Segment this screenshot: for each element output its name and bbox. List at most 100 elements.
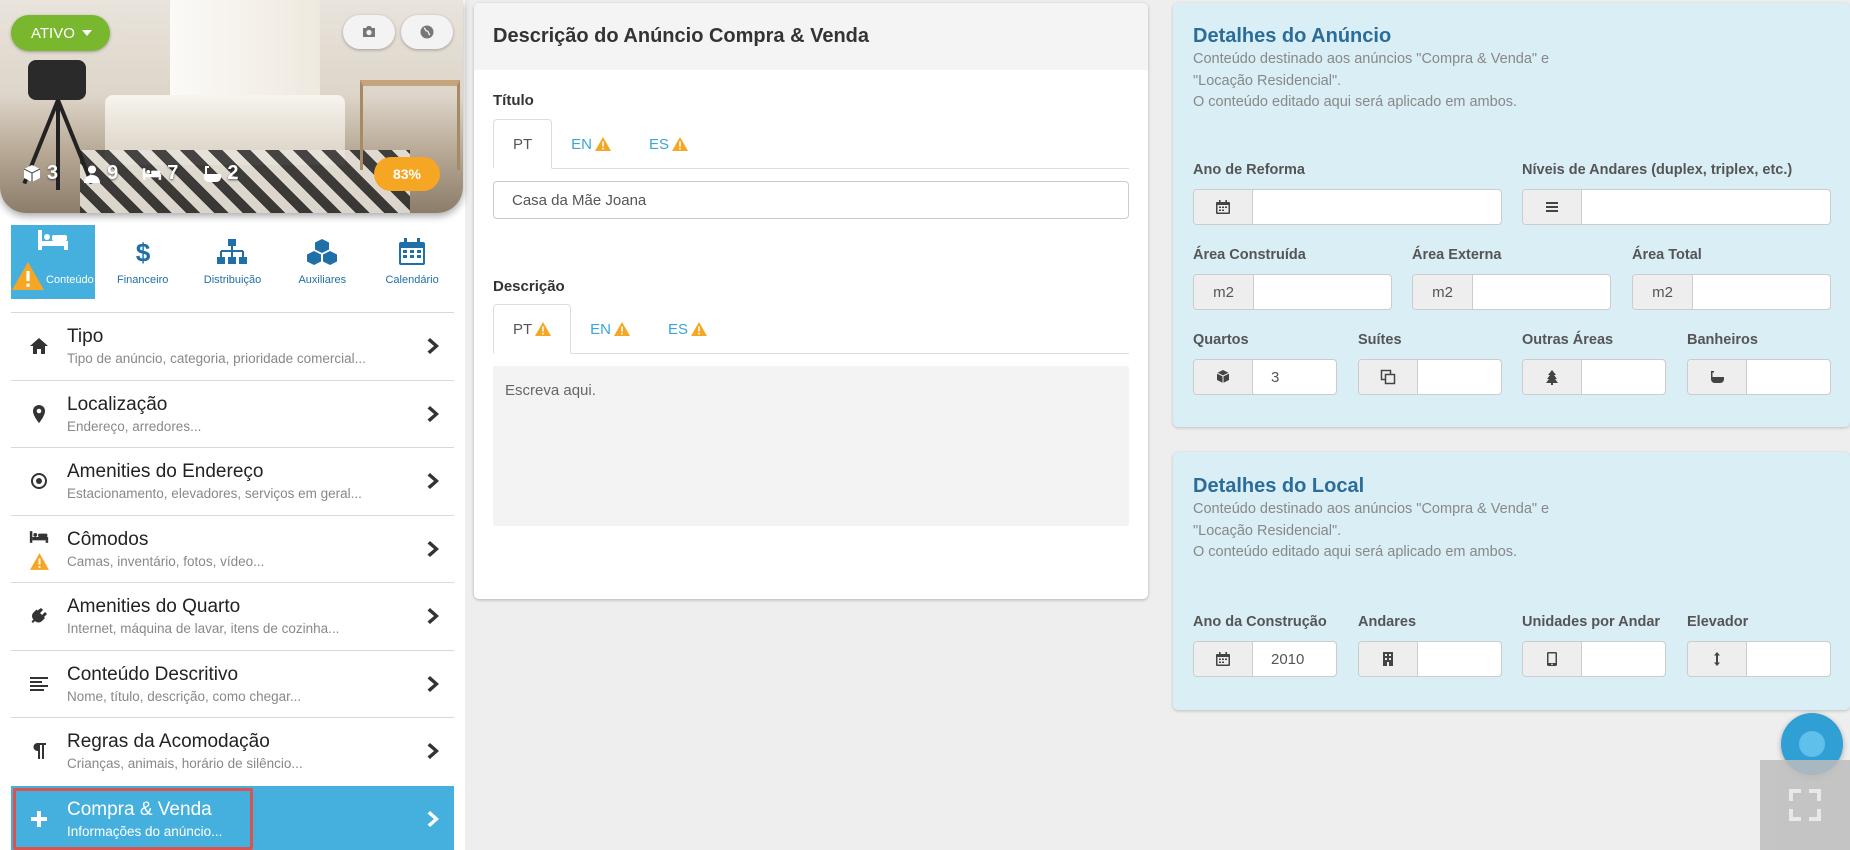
bed-icon: [37, 230, 68, 250]
warning-icon: [29, 553, 49, 571]
area-construida-unit: m2: [1194, 275, 1254, 309]
bed-icon: [29, 531, 49, 544]
descricao-tab-en[interactable]: EN: [571, 304, 649, 354]
chevron-right-icon: [427, 540, 439, 557]
warning-icon: [12, 262, 45, 290]
caret-down-icon: [81, 30, 92, 36]
cube-icon: [23, 164, 41, 182]
bathtub-icon: [1711, 371, 1724, 383]
outras-areas-input[interactable]: [1522, 359, 1666, 395]
quartos-input[interactable]: 3: [1193, 359, 1337, 395]
area-externa-label: Área Externa: [1412, 247, 1502, 263]
titulo-tab-en[interactable]: EN: [552, 119, 630, 169]
titulo-label: Título: [493, 92, 534, 109]
menu-item-comodos[interactable]: Cômodos Camas, inventário, fotos, vídeo..…: [11, 514, 454, 583]
bathtub-icon: [204, 165, 222, 182]
unidades-input[interactable]: [1522, 641, 1666, 677]
tab-financeiro[interactable]: $ Financeiro: [101, 225, 185, 299]
chevron-right-icon: [427, 675, 439, 692]
bed-icon: [143, 167, 162, 180]
menu-item-tipo[interactable]: Tipo Tipo de anúncio, categoria, priorida…: [11, 312, 454, 380]
status-dropdown[interactable]: ATIVO: [11, 15, 110, 51]
property-photo: ATIVO 3 9 7 2 83%: [0, 0, 463, 213]
photo-window: [170, 0, 320, 110]
map-pin-icon: [33, 404, 45, 423]
warning-icon: [595, 137, 612, 151]
area-total-input[interactable]: m2: [1632, 274, 1831, 310]
stat-units: 3: [22, 162, 58, 185]
chat-icon: [1799, 731, 1825, 757]
local-details-card: Detalhes do Local Conteúdo destinado aos…: [1173, 452, 1850, 710]
align-left-icon: [30, 676, 48, 691]
person-icon: [84, 165, 101, 183]
suites-label: Suítes: [1358, 332, 1402, 348]
menu-item-regras[interactable]: Regras da Acomodação Crianças, animais, h…: [11, 717, 454, 785]
suites-input[interactable]: [1358, 359, 1502, 395]
target-icon: [31, 473, 47, 490]
area-externa-input[interactable]: m2: [1412, 274, 1611, 310]
menu-item-amenities-quarto[interactable]: Amenities do Quarto Internet, máquina de …: [11, 582, 454, 650]
descricao-tab-pt[interactable]: PT: [493, 304, 572, 354]
ano-construcao-input[interactable]: 2010: [1193, 641, 1337, 677]
tab-distribuicao[interactable]: Distribuição: [191, 225, 275, 299]
chevron-right-icon: [427, 608, 439, 625]
status-label: ATIVO: [31, 24, 75, 42]
svg-text:$: $: [135, 238, 150, 266]
andares-input[interactable]: [1358, 641, 1502, 677]
menu-item-conteudo-descritivo[interactable]: Conteúdo Descritivo Nome, título, descriç…: [11, 649, 454, 718]
menu-item-localizacao[interactable]: Localização Endereço, arredores...: [11, 379, 454, 448]
local-details-title: Detalhes do Local: [1193, 475, 1365, 497]
warning-icon: [614, 322, 631, 336]
stat-beds: 7: [142, 162, 178, 185]
plug-icon: [31, 608, 47, 624]
area-externa-unit: m2: [1413, 275, 1473, 309]
titulo-tab-es[interactable]: ES: [630, 119, 707, 169]
photo-button[interactable]: [343, 15, 395, 49]
menu-item-compra-venda[interactable]: Compra & Venda Informações do anúncio...: [11, 785, 454, 850]
titulo-tab-pt[interactable]: PT: [493, 119, 553, 169]
stat-guests: 9: [82, 162, 118, 185]
elevador-label: Elevador: [1687, 614, 1749, 630]
section-tabs: Conteúdo $ Financeiro Distribuição Auxil…: [11, 225, 454, 299]
pilcrow-icon: [33, 743, 46, 760]
descricao-tab-es[interactable]: ES: [649, 304, 726, 354]
titulo-input[interactable]: Casa da Mãe Joana: [493, 181, 1129, 219]
calendar-icon: [1216, 652, 1230, 666]
area-construida-label: Área Construída: [1193, 247, 1306, 263]
chevron-right-icon: [427, 338, 439, 355]
area-total-label: Área Total: [1632, 247, 1702, 263]
outras-areas-label: Outras Áreas: [1522, 332, 1614, 348]
stat-bathrooms: 2: [202, 162, 239, 185]
globe-button[interactable]: [401, 15, 453, 49]
left-panel: ATIVO 3 9 7 2 83% Conteúdo $ Financeiro …: [0, 0, 465, 850]
warning-icon: [535, 322, 552, 336]
tab-calendario[interactable]: Calendário: [370, 225, 454, 299]
tab-conteudo[interactable]: Conteúdo: [11, 225, 95, 299]
menu-item-amenities-endereco[interactable]: Amenities do Endereço Estacionamento, ele…: [11, 447, 454, 515]
globe-icon: [420, 25, 434, 39]
chevron-right-icon: [427, 743, 439, 760]
photo-tripod: [18, 55, 98, 190]
area-construida-input[interactable]: m2: [1193, 274, 1392, 310]
cube-icon: [1216, 370, 1230, 383]
tab-auxiliares[interactable]: Auxiliares: [280, 225, 364, 299]
completion-badge: 83%: [374, 157, 440, 191]
banheiros-label: Banheiros: [1687, 332, 1758, 348]
ad-details-title: Detalhes do Anúncio: [1193, 25, 1392, 47]
quartos-label: Quartos: [1193, 332, 1249, 348]
area-total-unit: m2: [1633, 275, 1693, 309]
niveis-input[interactable]: [1522, 189, 1831, 225]
dollar-icon: $: [135, 238, 150, 266]
warning-icon: [691, 322, 708, 336]
warning-icon: [672, 137, 689, 151]
ano-reforma-input[interactable]: [1193, 189, 1502, 225]
descricao-textarea[interactable]: Escreva aqui.: [493, 366, 1129, 526]
local-details-description: Conteúdo destinado aos anúncios "Compra …: [1193, 501, 1550, 560]
titulo-lang-tabs: PT EN ES: [493, 119, 1129, 169]
descricao-lang-tabs: PT EN ES: [493, 304, 1129, 354]
elevador-input[interactable]: [1687, 641, 1831, 677]
ad-details-description: Conteúdo destinado aos anúncios "Compra …: [1193, 51, 1550, 110]
andares-label: Andares: [1358, 614, 1417, 630]
banheiros-input[interactable]: [1687, 359, 1831, 395]
calendar-icon: [399, 238, 426, 265]
